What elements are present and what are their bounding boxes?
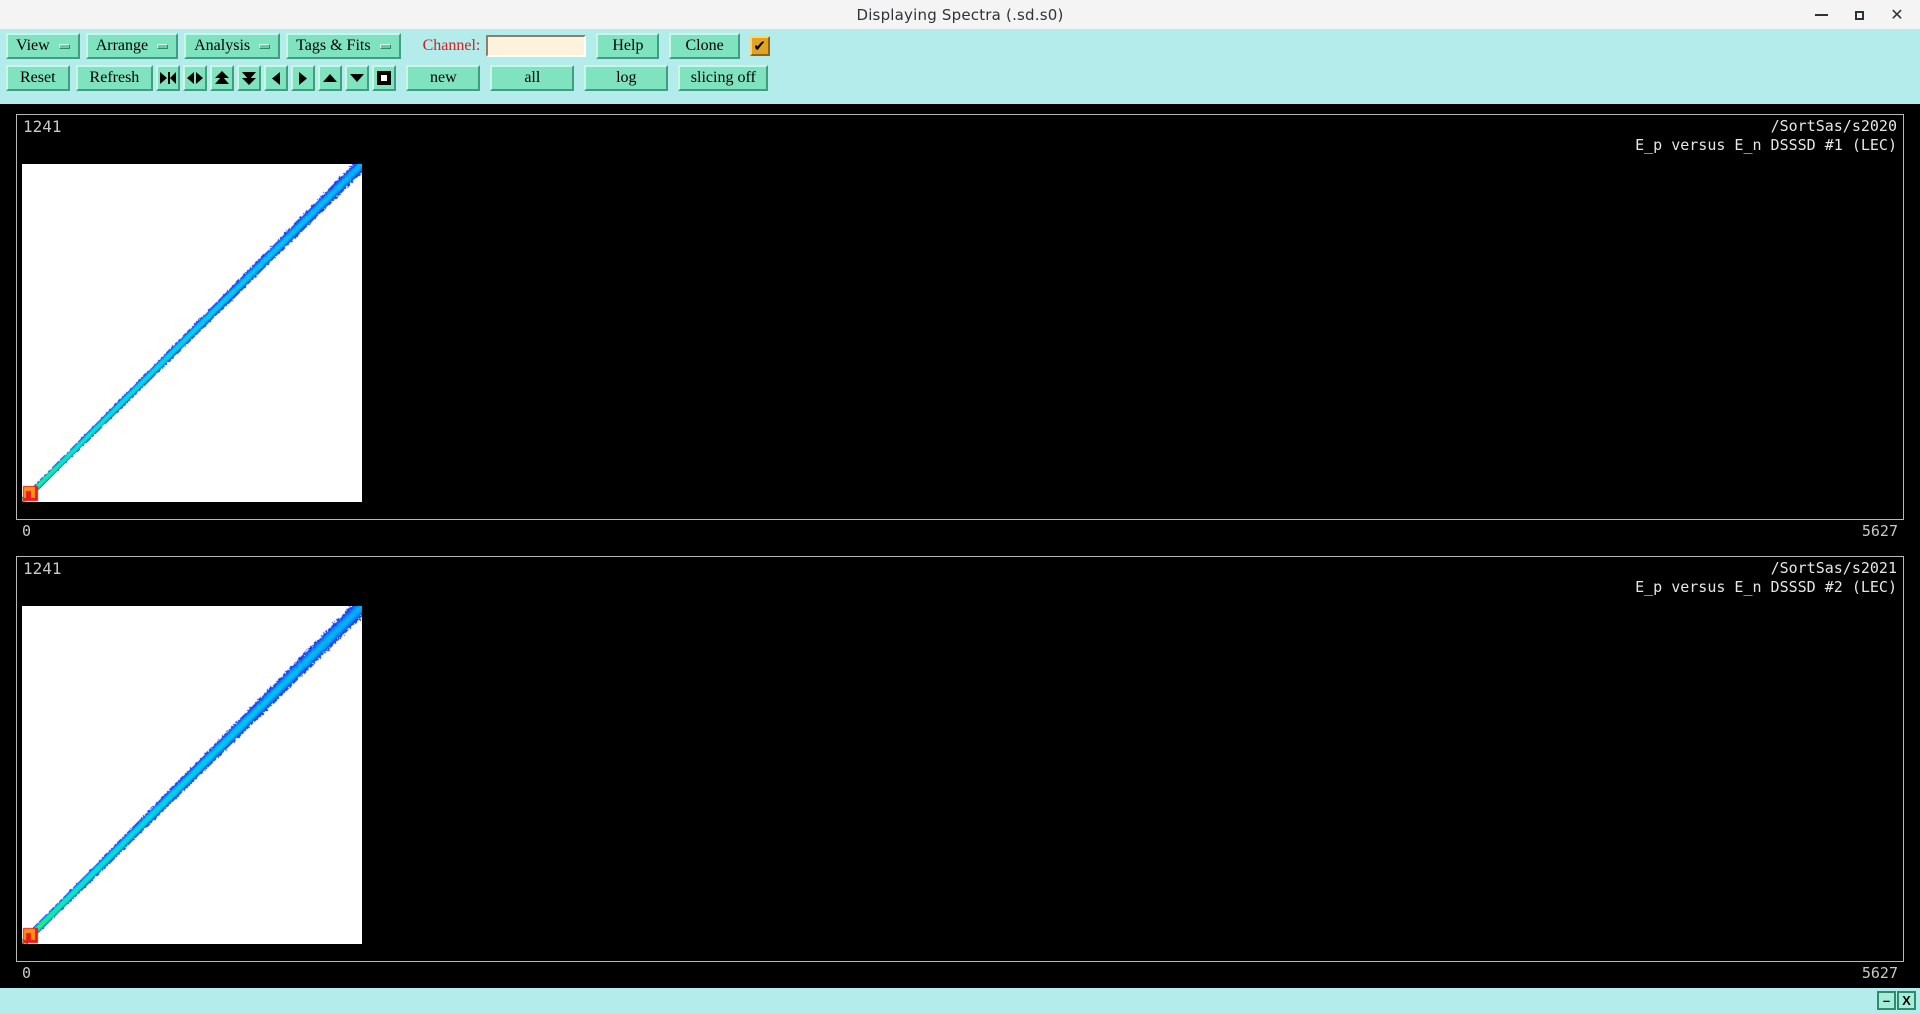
menu-arrange[interactable]: Arrange <box>85 33 179 59</box>
arrow-left-icon <box>272 71 281 85</box>
slicing-toggle-button[interactable]: slicing off <box>678 65 769 91</box>
status-close-button[interactable]: X <box>1897 991 1916 1010</box>
refresh-button[interactable]: Refresh <box>75 65 154 91</box>
menu-view[interactable]: View <box>6 33 80 59</box>
expand-vertical-up-button[interactable] <box>210 65 235 91</box>
arrow-right-icon <box>299 71 308 85</box>
expand-horizontal-out-icon <box>187 72 204 84</box>
spectrum-canvas-2[interactable] <box>22 606 362 944</box>
maximize-button[interactable] <box>1840 0 1878 30</box>
stop-square-icon <box>377 71 392 85</box>
chevron-down-icon <box>157 43 169 49</box>
maximize-icon <box>1854 10 1864 20</box>
status-close-label: X <box>1902 993 1911 1008</box>
tool-bar: Reset Refresh new all log slicing off <box>0 64 1920 92</box>
channel-input[interactable] <box>486 35 587 57</box>
window-controls: ✕ <box>1802 0 1916 30</box>
clone-button[interactable]: Clone <box>669 33 740 59</box>
menu-arrange-label: Arrange <box>95 37 149 54</box>
spectrum-plot-2[interactable] <box>22 606 362 944</box>
window-title: Displaying Spectra (.sd.s0) <box>856 5 1064 24</box>
status-minimize-label: – <box>1882 993 1891 1008</box>
expand-horizontal-in-icon <box>160 72 177 84</box>
all-button-label: all <box>524 69 541 86</box>
menu-view-label: View <box>16 37 50 54</box>
spectrum-plot-1[interactable] <box>22 164 362 502</box>
expand-vertical-down-icon <box>242 72 257 85</box>
spectrum-max-counts-1: 1241 <box>23 117 62 136</box>
checkmark-toggle-button[interactable]: ✔ <box>749 36 770 56</box>
spectrum-axis-1: 0 5627 <box>16 522 1904 542</box>
new-button-label: new <box>429 69 457 86</box>
minimize-button[interactable] <box>1802 0 1840 30</box>
chevron-down-icon <box>259 43 271 49</box>
toolbar-area: View Arrange Analysis Tags & Fits Channe… <box>0 30 1920 100</box>
axis-min-2: 0 <box>22 964 32 982</box>
stop-square-button[interactable] <box>372 65 397 91</box>
status-minimize-button[interactable]: – <box>1877 991 1896 1010</box>
spectrum-path-1: /SortSas/s2020 <box>1770 117 1897 135</box>
spectrum-max-counts-2: 1241 <box>23 559 62 578</box>
arrow-up-icon <box>323 74 338 82</box>
chevron-down-icon <box>58 43 70 49</box>
menu-tags-and-fits-label: Tags & Fits <box>296 37 371 54</box>
reset-button[interactable]: Reset <box>6 65 70 91</box>
help-button[interactable]: Help <box>596 33 660 59</box>
clone-button-label: Clone <box>685 37 724 54</box>
expand-horizontal-in-button[interactable] <box>156 65 181 91</box>
minimize-icon <box>1814 14 1828 16</box>
check-icon: ✔ <box>753 36 766 55</box>
spectrum-subtitle-1: E_p versus E_n DSSSD #1 (LEC) <box>1635 136 1897 154</box>
refresh-button-label: Refresh <box>89 69 140 86</box>
window-titlebar: Displaying Spectra (.sd.s0) ✕ <box>0 0 1920 30</box>
new-button[interactable]: new <box>406 65 481 91</box>
spectrum-pane-2[interactable]: 1241 /SortSas/s2021 E_p versus E_n DSSSD… <box>0 546 1920 988</box>
axis-max-2: 5627 <box>1861 964 1898 982</box>
menu-analysis-label: Analysis <box>194 37 251 54</box>
arrow-right-button[interactable] <box>291 65 316 91</box>
spectrum-canvas-1[interactable] <box>22 164 362 502</box>
spectra-display-area: 1241 /SortSas/s2020 E_p versus E_n DSSSD… <box>0 104 1920 988</box>
axis-min-1: 0 <box>22 522 32 540</box>
spectrum-subtitle-2: E_p versus E_n DSSSD #2 (LEC) <box>1635 578 1897 596</box>
status-bar-widgets: – X <box>1876 991 1916 1010</box>
expand-vertical-up-icon <box>215 71 230 84</box>
menu-analysis[interactable]: Analysis <box>184 33 281 59</box>
status-bar: – X <box>0 988 1920 1014</box>
close-button[interactable]: ✕ <box>1878 0 1916 30</box>
arrow-down-icon <box>350 74 365 82</box>
reset-button-label: Reset <box>20 69 56 86</box>
slicing-toggle-label: slicing off <box>690 69 756 86</box>
log-button[interactable]: log <box>584 65 669 91</box>
menu-tags-and-fits[interactable]: Tags & Fits <box>286 33 401 59</box>
menu-bar: View Arrange Analysis Tags & Fits Channe… <box>0 32 1920 60</box>
spectrum-path-2: /SortSas/s2021 <box>1770 559 1897 577</box>
arrow-left-button[interactable] <box>264 65 289 91</box>
arrow-up-button[interactable] <box>318 65 343 91</box>
expand-horizontal-out-button[interactable] <box>183 65 208 91</box>
axis-max-1: 5627 <box>1861 522 1898 540</box>
arrow-down-button[interactable] <box>345 65 370 91</box>
expand-vertical-down-button[interactable] <box>237 65 262 91</box>
spectrum-pane-1[interactable]: 1241 /SortSas/s2020 E_p versus E_n DSSSD… <box>0 104 1920 546</box>
log-button-label: log <box>616 69 637 86</box>
help-button-label: Help <box>612 37 644 54</box>
all-button[interactable]: all <box>490 65 575 91</box>
chevron-down-icon <box>379 43 391 49</box>
close-icon: ✕ <box>1890 5 1904 24</box>
channel-label: Channel: <box>422 37 481 54</box>
spectrum-axis-2: 0 5627 <box>16 964 1904 984</box>
